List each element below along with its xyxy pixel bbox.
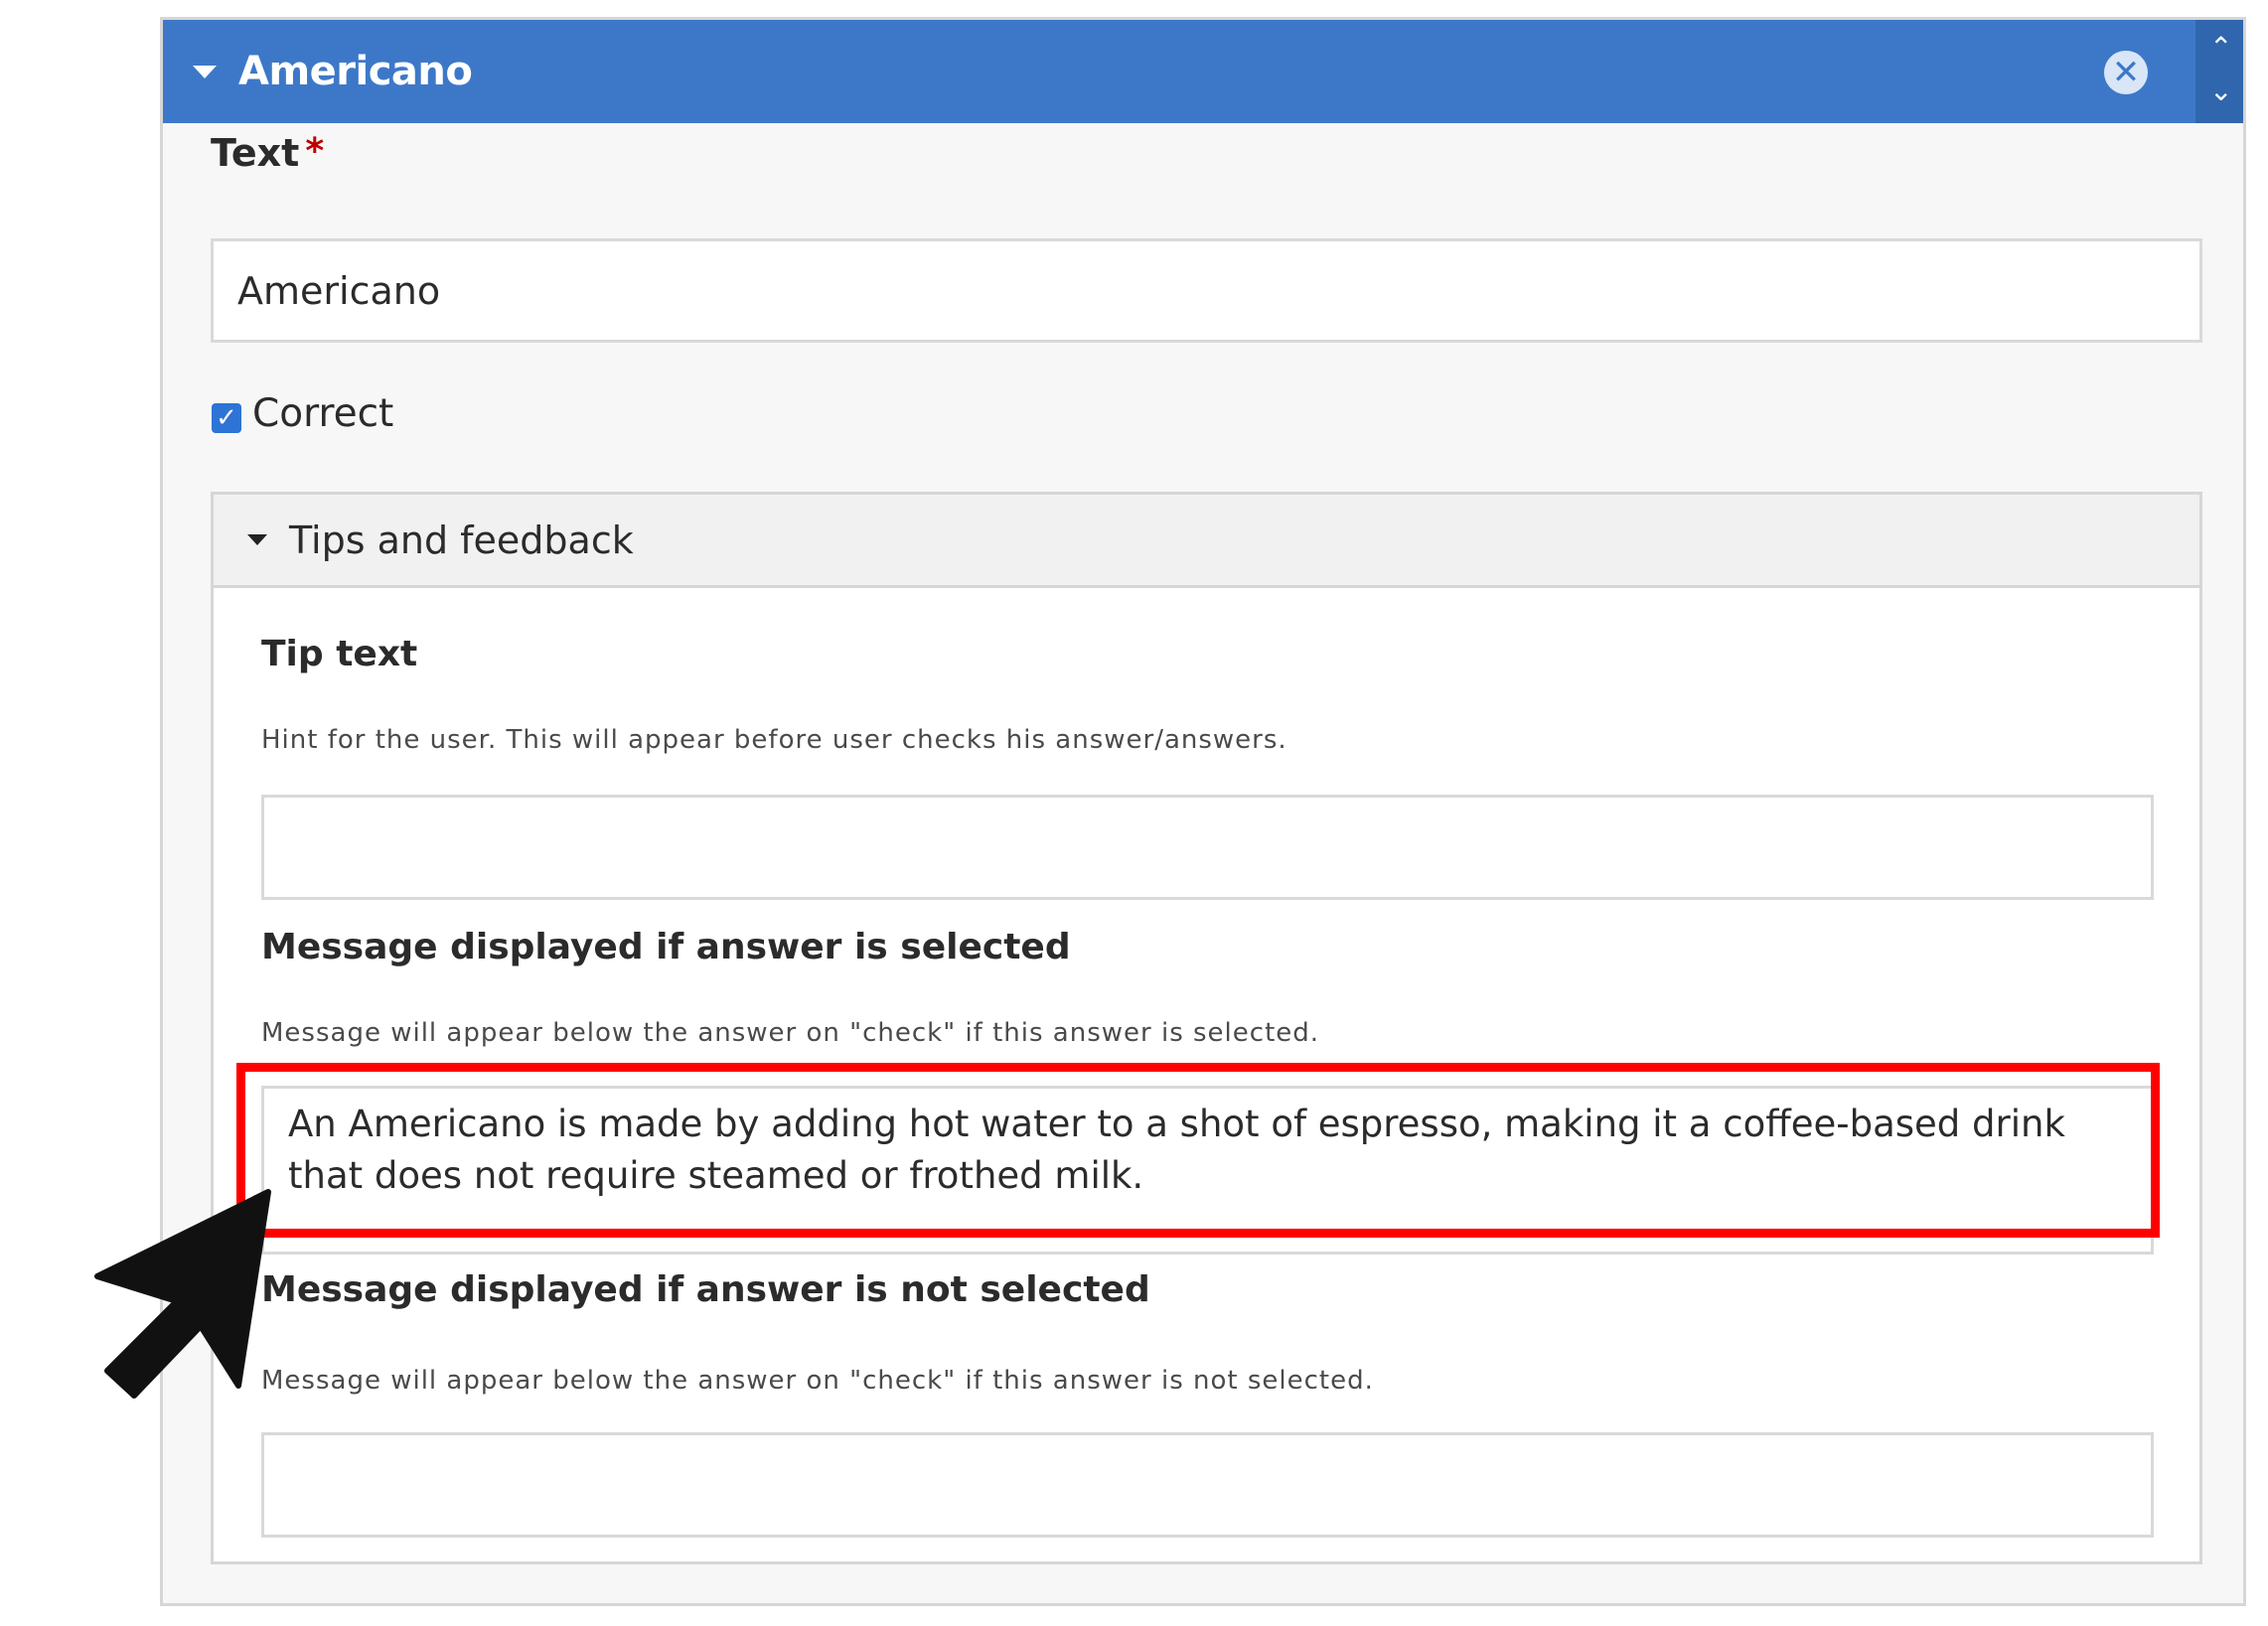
answer-panel: Americano ✕ ⌃ ⌄ Text * Americano ✓ Correc…	[160, 17, 2246, 1606]
not-selected-message-input[interactable]	[261, 1432, 2154, 1538]
panel-title: Americano	[238, 49, 473, 94]
text-field-label: Text *	[211, 131, 324, 175]
tips-feedback-legend: Tips and feedback	[289, 517, 634, 562]
panel-header[interactable]: Americano ✕	[163, 20, 2201, 123]
not-selected-message-label: Message displayed if answer is not selec…	[261, 1269, 1150, 1310]
tips-feedback-group: Tips and feedback Tip text Hint for the …	[211, 492, 2202, 1564]
not-selected-message-description: Message will appear below the answer on …	[261, 1366, 1374, 1396]
collapse-caret-icon[interactable]	[193, 65, 217, 78]
caret-down-icon[interactable]	[247, 534, 267, 545]
reorder-controls: ⌃ ⌄	[2195, 20, 2243, 123]
tip-text-description: Hint for the user. This will appear befo…	[261, 725, 1287, 755]
selected-message-label: Message displayed if answer is selected	[261, 927, 1071, 967]
close-circle-icon[interactable]: ✕	[2104, 51, 2148, 94]
chevron-down-icon[interactable]: ⌄	[2209, 77, 2232, 105]
arrow-pointer-icon	[94, 1189, 271, 1399]
required-asterisk: *	[305, 131, 325, 172]
selected-message-value: An Americano is made by adding hot water…	[288, 1103, 2065, 1197]
correct-label[interactable]: Correct	[252, 391, 393, 436]
chevron-up-icon[interactable]: ⌃	[2209, 34, 2232, 62]
checkbox-checked-icon[interactable]: ✓	[212, 403, 241, 433]
text-label: Text	[211, 131, 300, 175]
selected-message-description: Message will appear below the answer on …	[261, 1018, 1320, 1048]
page: Americano ✕ ⌃ ⌄ Text * Americano ✓ Correc…	[0, 0, 2268, 1626]
tip-text-input[interactable]	[261, 795, 2154, 900]
text-input[interactable]: Americano	[211, 238, 2202, 343]
tips-feedback-toggle[interactable]: Tips and feedback	[214, 495, 2199, 588]
tip-text-label: Tip text	[261, 634, 418, 674]
text-input-value: Americano	[237, 268, 441, 313]
selected-message-input[interactable]: An Americano is made by adding hot water…	[261, 1086, 2154, 1255]
